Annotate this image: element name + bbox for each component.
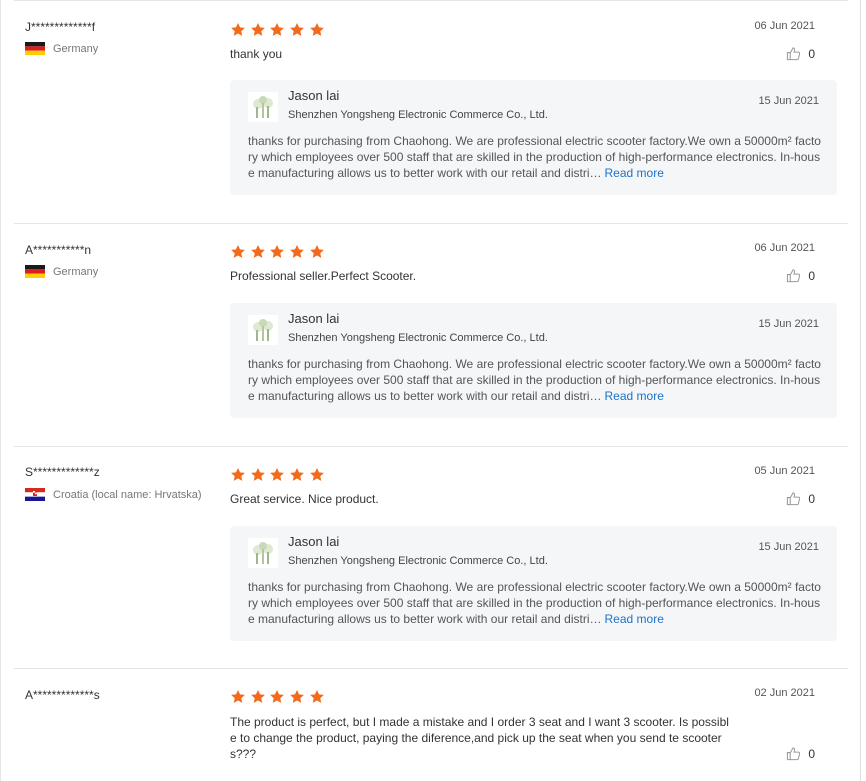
- star-icon: [250, 245, 265, 258]
- helpful-count: 0: [808, 46, 815, 61]
- replier-company: Shenzhen Yongsheng Electronic Commerce C…: [288, 555, 548, 567]
- country-label: Germany: [53, 265, 99, 278]
- review-date: 06 Jun 2021: [754, 242, 815, 254]
- thumbs-up-icon: [787, 492, 801, 506]
- croatia-flag-icon: [25, 488, 45, 501]
- replier-company: Shenzhen Yongsheng Electronic Commerce C…: [288, 332, 548, 344]
- star-icon: [270, 690, 285, 703]
- helpful-button[interactable]: 0: [786, 491, 815, 506]
- thumbs-up-icon: [787, 47, 801, 61]
- star-icon: [231, 245, 245, 258]
- seller-avatar-icon: [248, 315, 278, 345]
- star-icon: [231, 23, 245, 36]
- germany-flag-icon: [25, 42, 45, 55]
- review-date: 06 Jun 2021: [754, 20, 815, 32]
- buyer-name: A*************s: [25, 688, 100, 702]
- germany-flag-icon: [25, 265, 45, 278]
- helpful-button[interactable]: 0: [786, 268, 815, 283]
- review-text: The product is perfect, but I made a mis…: [230, 715, 729, 761]
- star-icon: [309, 245, 324, 258]
- divider: [14, 446, 848, 447]
- read-more-link[interactable]: Read more: [605, 612, 664, 626]
- review-date: 02 Jun 2021: [754, 687, 815, 699]
- reply-date: 15 Jun 2021: [758, 318, 819, 330]
- star-icon: [309, 468, 324, 481]
- star-icon: [290, 245, 304, 258]
- frame-border-right: [860, 0, 861, 781]
- star-icon: [270, 245, 285, 258]
- star-icon: [290, 690, 304, 703]
- star-icon: [309, 23, 324, 36]
- buyer-country: Croatia (local name: Hrvatska): [25, 488, 202, 501]
- replier-company: Shenzhen Yongsheng Electronic Commerce C…: [288, 109, 548, 121]
- read-more-link[interactable]: Read more: [605, 166, 664, 180]
- buyer-country: Germany: [25, 42, 98, 55]
- replier-name: Jason lai: [288, 311, 340, 326]
- reply-text: thanks for purchasing from Chaohong. We …: [248, 356, 823, 404]
- helpful-count: 0: [808, 491, 815, 506]
- star-icon: [250, 468, 265, 481]
- star-rating: [230, 22, 328, 38]
- star-icon: [270, 23, 285, 36]
- reply-text: thanks for purchasing from Chaohong. We …: [248, 133, 823, 181]
- replier-name: Jason lai: [288, 88, 340, 103]
- seller-reply: Jason lai Shenzhen Yongsheng Electronic …: [230, 526, 837, 641]
- review-text: thank you: [230, 47, 283, 61]
- reply-body-text: thanks for purchasing from Chaohong. We …: [248, 580, 821, 626]
- star-icon: [250, 690, 265, 703]
- read-more-link[interactable]: Read more: [605, 389, 664, 403]
- seller-reply: Jason lai Shenzhen Yongsheng Electronic …: [230, 80, 837, 195]
- seller-reply: Jason lai Shenzhen Yongsheng Electronic …: [230, 303, 837, 418]
- review-date: 05 Jun 2021: [754, 465, 815, 477]
- reply-text: thanks for purchasing from Chaohong. We …: [248, 579, 823, 627]
- divider: [14, 668, 848, 669]
- helpful-button[interactable]: 0: [786, 746, 815, 761]
- star-icon: [290, 468, 304, 481]
- helpful-count: 0: [808, 746, 815, 761]
- country-label: Germany: [53, 42, 99, 55]
- star-icon: [231, 690, 245, 703]
- reply-body-text: thanks for purchasing from Chaohong. We …: [248, 357, 821, 403]
- reply-date: 15 Jun 2021: [758, 95, 819, 107]
- country-label: Croatia (local name: Hrvatska): [53, 488, 202, 501]
- divider: [14, 0, 848, 1]
- star-icon: [309, 690, 324, 703]
- replier-name: Jason lai: [288, 534, 340, 549]
- helpful-button[interactable]: 0: [786, 46, 815, 61]
- buyer-country: Germany: [25, 265, 98, 278]
- buyer-name: S*************z: [25, 465, 100, 479]
- reply-date: 15 Jun 2021: [758, 541, 819, 553]
- frame-border-left: [0, 0, 1, 781]
- reply-body-text: thanks for purchasing from Chaohong. We …: [248, 134, 821, 180]
- review-text: Great service. Nice product.: [230, 492, 379, 506]
- star-icon: [231, 468, 245, 481]
- seller-avatar-icon: [248, 92, 278, 122]
- thumbs-up-icon: [787, 747, 801, 761]
- star-icon: [270, 468, 285, 481]
- buyer-name: J*************f: [25, 20, 96, 34]
- divider: [14, 223, 848, 224]
- star-rating: [230, 244, 328, 260]
- buyer-name: A***********n: [25, 243, 92, 257]
- review-text: Professional seller.Perfect Scooter.: [230, 269, 417, 283]
- star-icon: [250, 23, 265, 36]
- thumbs-up-icon: [787, 269, 801, 283]
- seller-avatar-icon: [248, 538, 278, 568]
- star-rating: [230, 467, 328, 483]
- star-icon: [290, 23, 304, 36]
- helpful-count: 0: [808, 268, 815, 283]
- star-rating: [230, 689, 328, 705]
